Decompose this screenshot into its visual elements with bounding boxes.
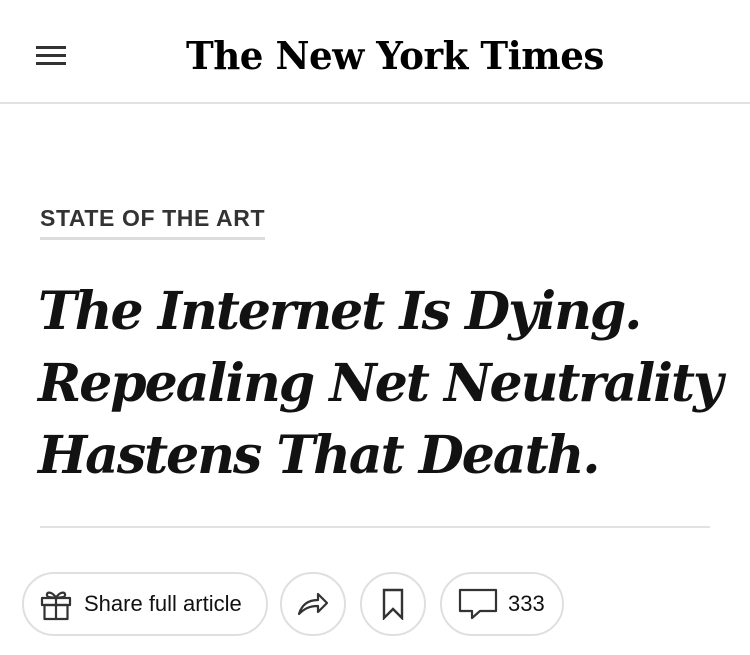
- top-bar: The New York Times: [0, 0, 750, 104]
- headline-line: Hastens That Death.: [38, 425, 601, 486]
- comment-bubble-icon: [458, 588, 498, 620]
- comments-button[interactable]: 333: [440, 572, 564, 636]
- share-button[interactable]: [280, 572, 346, 636]
- headline-line: The Internet Is Dying.: [38, 281, 642, 342]
- share-full-article-button[interactable]: Share full article: [22, 572, 268, 636]
- share-arrow-icon: [297, 592, 329, 616]
- section-kicker[interactable]: STATE OF THE ART: [40, 204, 266, 240]
- headline-line: Repealing Net Neutrality: [38, 353, 723, 414]
- save-article-button[interactable]: [360, 572, 426, 636]
- article-headline: The Internet Is Dying. Repealing Net Neu…: [38, 276, 723, 492]
- nyt-logo[interactable]: The New York Times: [186, 30, 604, 82]
- hamburger-menu-icon: [36, 46, 66, 65]
- gift-icon: [40, 591, 72, 621]
- bookmark-icon: [382, 588, 404, 620]
- share-full-article-label: Share full article: [84, 591, 242, 616]
- comments-count: 333: [508, 591, 545, 616]
- divider: [40, 526, 710, 528]
- menu-button[interactable]: [36, 45, 72, 73]
